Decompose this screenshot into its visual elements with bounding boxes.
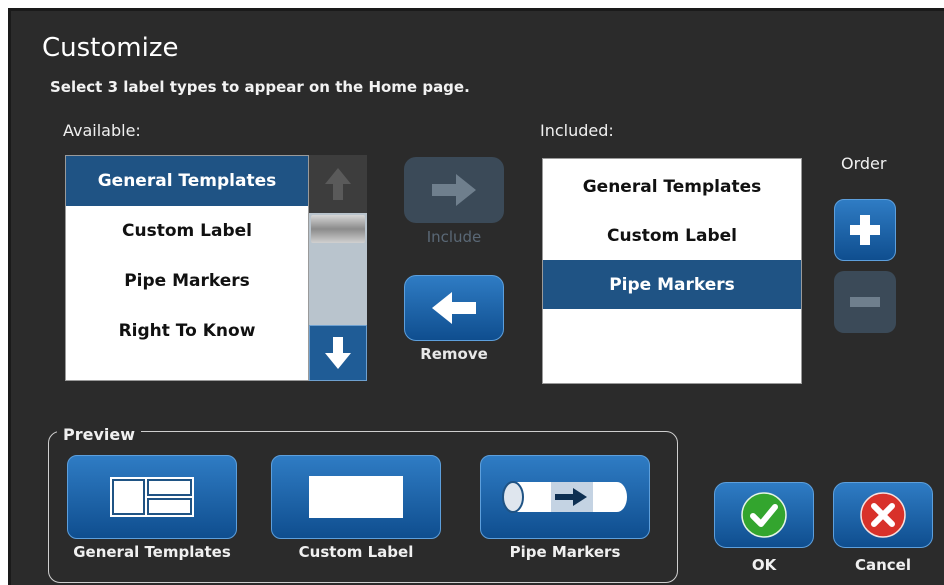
general-templates-icon bbox=[110, 477, 194, 517]
preview-legend: Preview bbox=[57, 425, 142, 444]
order-down-button[interactable] bbox=[834, 271, 896, 333]
included-item-general-templates[interactable]: General Templates bbox=[543, 162, 801, 211]
custom-label-icon bbox=[309, 476, 403, 518]
ok-button[interactable] bbox=[714, 482, 814, 548]
minus-icon bbox=[850, 297, 880, 307]
arrow-left-icon bbox=[432, 292, 476, 324]
preview-general-templates-button[interactable] bbox=[67, 455, 237, 539]
remove-button[interactable] bbox=[404, 275, 504, 341]
preview-pipe-markers-button[interactable] bbox=[480, 455, 650, 539]
available-item-right-to-know[interactable]: Right To Know bbox=[66, 306, 308, 356]
order-label: Order bbox=[841, 154, 887, 173]
included-item-custom-label[interactable]: Custom Label bbox=[543, 211, 801, 260]
preview-custom-label-button[interactable] bbox=[271, 455, 441, 539]
preview-custom-label-label: Custom Label bbox=[298, 543, 414, 561]
dialog-instructions: Select 3 label types to appear on the Ho… bbox=[50, 78, 470, 96]
scroll-thumb[interactable] bbox=[311, 215, 365, 243]
close-icon bbox=[860, 492, 906, 538]
cancel-label: Cancel bbox=[854, 556, 911, 574]
preview-general-templates-label: General Templates bbox=[73, 543, 231, 561]
pipe-marker-icon bbox=[502, 481, 627, 513]
include-button-label: Include bbox=[426, 228, 482, 246]
arrow-down-icon bbox=[325, 337, 351, 369]
available-label: Available: bbox=[63, 121, 141, 140]
available-item-custom-label[interactable]: Custom Label bbox=[66, 206, 308, 256]
plus-icon bbox=[850, 215, 880, 245]
included-item-pipe-markers[interactable]: Pipe Markers bbox=[543, 260, 801, 309]
customize-dialog: Customize Select 3 label types to appear… bbox=[8, 8, 944, 585]
cancel-button[interactable] bbox=[833, 482, 933, 548]
preview-pipe-markers-label: Pipe Markers bbox=[509, 543, 621, 561]
available-scrollbar[interactable] bbox=[309, 155, 367, 381]
dialog-title: Customize bbox=[42, 33, 179, 63]
included-label: Included: bbox=[540, 121, 614, 140]
checkmark-icon bbox=[741, 492, 787, 538]
scroll-up-button[interactable] bbox=[309, 155, 367, 213]
available-item-pipe-markers[interactable]: Pipe Markers bbox=[66, 256, 308, 306]
arrow-right-icon bbox=[432, 174, 476, 206]
remove-button-label: Remove bbox=[420, 345, 488, 363]
available-item-general-templates[interactable]: General Templates bbox=[66, 156, 308, 206]
available-list[interactable]: General Templates Custom Label Pipe Mark… bbox=[65, 155, 309, 381]
scroll-down-button[interactable] bbox=[309, 325, 367, 381]
order-up-button[interactable] bbox=[834, 199, 896, 261]
arrow-up-icon bbox=[325, 168, 351, 200]
ok-label: OK bbox=[751, 556, 777, 574]
include-button[interactable] bbox=[404, 157, 504, 223]
included-list[interactable]: General Templates Custom Label Pipe Mark… bbox=[542, 158, 802, 384]
